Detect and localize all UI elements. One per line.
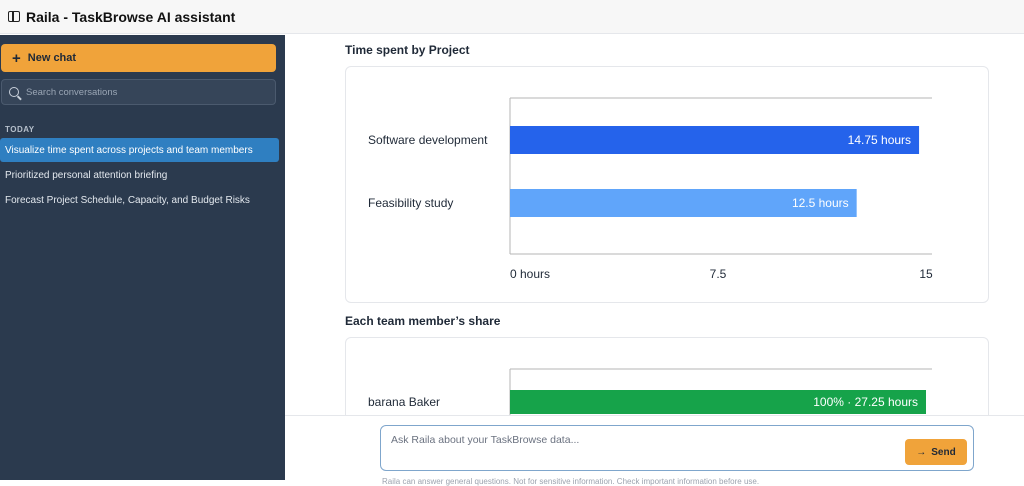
composer-box: → Send (380, 425, 974, 471)
arrow-right-icon: → (916, 446, 927, 458)
conversation-item-active[interactable]: Visualize time spent across projects and… (0, 138, 279, 162)
chart-card-projects: Software development 14.75 hours Feasibili… (345, 66, 989, 303)
team-share-chart: barana Baker 100% · 27.25 hours (368, 368, 932, 415)
x-tick-label: 15 (919, 267, 933, 281)
bar-value-label: 12.5 hours (792, 196, 849, 210)
conversation-item[interactable]: Forecast Project Schedule, Capacity, and… (0, 188, 279, 212)
plus-icon: + (12, 49, 21, 67)
category-label: Software development (368, 133, 488, 147)
send-button[interactable]: → Send (905, 439, 967, 465)
search-input[interactable] (26, 86, 266, 98)
chart-title-projects: Time spent by Project (345, 43, 470, 57)
app-title: Raila - TaskBrowse AI assistant (26, 8, 236, 25)
chart-card-team: barana Baker 100% · 27.25 hours (345, 337, 989, 415)
new-chat-label: New chat (27, 52, 77, 64)
chat-main: Time spent by Project Software developme… (285, 35, 1024, 415)
send-label: Send (931, 446, 956, 458)
chart-title-team: Each team member’s share (345, 314, 501, 328)
conversation-item[interactable]: Prioritized personal attention briefing (0, 163, 279, 187)
new-chat-button[interactable]: + New chat (1, 44, 276, 72)
sidebar-toggle-icon[interactable] (8, 11, 20, 22)
search-conversations[interactable] (1, 79, 276, 105)
bar-value-label: 100% · 27.25 hours (813, 395, 918, 409)
category-label: Feasibility study (368, 196, 453, 210)
title-bar: Raila - TaskBrowse AI assistant (0, 0, 1024, 34)
bar-value-label: 14.75 hours (848, 133, 911, 147)
x-tick-label: 0 hours (510, 267, 550, 281)
category-label: barana Baker (368, 395, 440, 409)
section-label-today: TODAY (5, 125, 35, 134)
message-input[interactable] (391, 434, 871, 446)
sidebar: + New chat TODAY Visualize time spent ac… (0, 35, 285, 480)
x-tick-label: 7.5 (710, 267, 727, 281)
disclaimer-text: Raila can answer general questions. Not … (382, 477, 760, 486)
project-time-chart: Software development 14.75 hours Feasibili… (368, 97, 933, 281)
search-icon (9, 87, 19, 97)
composer-area: → Send Raila can answer general question… (285, 415, 1024, 486)
